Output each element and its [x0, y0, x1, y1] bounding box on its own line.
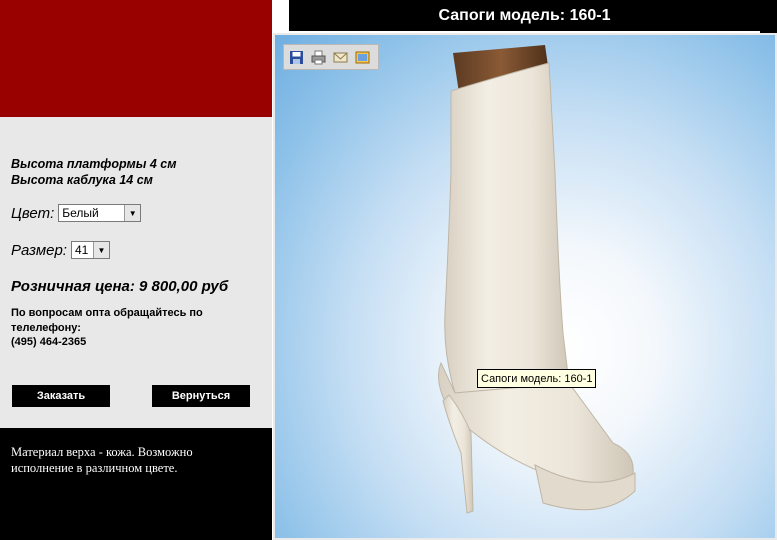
phone-number: (495) 464-2365	[11, 336, 87, 348]
wholesale-info: По вопросам опта обращайтесь по телелефо…	[11, 306, 251, 350]
title-gap	[272, 0, 289, 33]
color-select[interactable]: Белый ▼	[58, 204, 142, 222]
title-bar-edge	[760, 0, 777, 33]
chevron-down-icon[interactable]: ▼	[92, 242, 109, 258]
chevron-down-icon[interactable]: ▼	[124, 205, 141, 221]
size-select-value: 41	[74, 243, 89, 257]
size-select[interactable]: 41 ▼	[70, 241, 110, 259]
image-tooltip: Сапоги модель: 160-1	[477, 369, 597, 388]
height-specs: Высота платформы 4 см Высота каблука 14 …	[11, 156, 177, 188]
boot-image	[438, 45, 636, 514]
header-red-block	[0, 0, 272, 117]
print-icon[interactable]	[310, 49, 327, 66]
color-label: Цвет:	[11, 204, 55, 222]
product-description: Материал верха - кожа. Возможно исполнен…	[11, 445, 193, 475]
order-button[interactable]: Заказать	[12, 385, 110, 407]
wholesale-note: По вопросам опта обращайтесь по телелефо…	[11, 307, 203, 334]
heel-height: Высота каблука 14 см	[11, 173, 153, 187]
platform-height: Высота платформы 4 см	[11, 157, 177, 171]
size-row: Размер: 41 ▼	[11, 241, 110, 259]
page-title: Сапоги модель: 160-1	[289, 0, 760, 31]
color-row: Цвет: Белый ▼	[11, 204, 142, 222]
save-icon[interactable]	[288, 49, 305, 66]
size-label: Размер:	[11, 241, 67, 259]
gallery-icon[interactable]	[354, 49, 371, 66]
image-toolbar	[283, 44, 379, 70]
color-select-value: Белый	[62, 206, 99, 220]
email-icon[interactable]	[332, 49, 349, 66]
back-button[interactable]: Вернуться	[152, 385, 250, 407]
retail-price: Розничная цена: 9 800,00 руб	[11, 278, 229, 295]
